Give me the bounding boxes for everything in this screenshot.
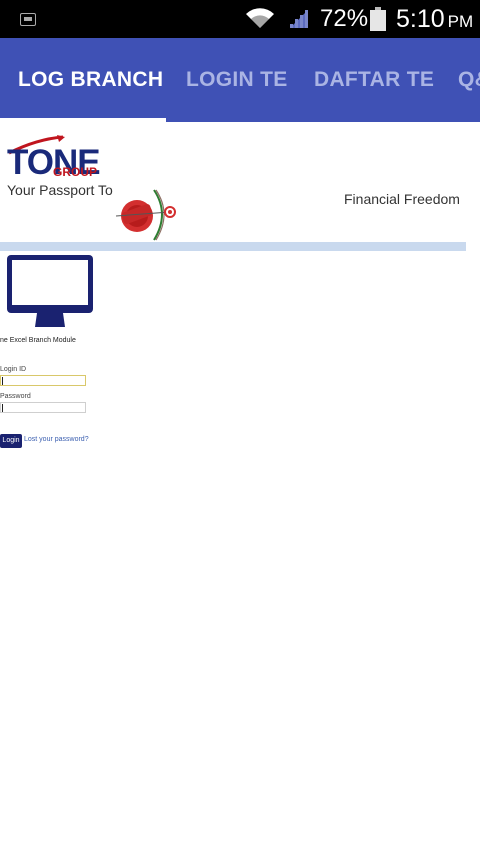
battery-icon xyxy=(370,7,386,31)
password-input[interactable] xyxy=(0,402,86,413)
wifi-icon xyxy=(246,8,274,28)
login-button[interactable]: Login xyxy=(0,434,22,448)
computer-monitor-icon xyxy=(7,255,93,327)
status-bar: 72% 5:10 PM xyxy=(0,0,480,38)
tab-login-te[interactable]: LOGIN TE xyxy=(186,38,288,122)
tagline-right: Financial Freedom xyxy=(344,191,460,207)
header-divider xyxy=(0,242,466,251)
tagline-left: Your Passport To xyxy=(7,182,113,198)
battery-percent: 72% xyxy=(320,5,369,32)
clock-ampm: PM xyxy=(447,12,474,31)
login-id-input[interactable] xyxy=(0,375,86,386)
tab-qa[interactable]: Q& xyxy=(458,38,480,122)
tone-group-logo: TONE GROUP xyxy=(7,135,103,182)
logo-subtext: GROUP xyxy=(53,165,98,179)
password-label: Password xyxy=(0,393,31,400)
tab-indicator xyxy=(0,118,166,122)
tab-log-branch[interactable]: LOG BRANCH xyxy=(18,38,163,122)
tab-daftar-te[interactable]: DAFTAR TE xyxy=(314,38,434,122)
signal-icon xyxy=(290,10,308,28)
lost-password-link[interactable]: Lost your password? xyxy=(24,436,89,443)
clock: 5:10 PM xyxy=(396,5,473,34)
financial-freedom-emblem-icon xyxy=(115,189,176,241)
tab-bar: LOG BRANCH LOGIN TE DAFTAR TE Q& xyxy=(0,38,480,122)
notification-icon xyxy=(20,13,36,26)
login-id-label: Login ID xyxy=(0,366,27,373)
clock-time: 5:10 xyxy=(396,5,445,33)
module-title: ne Excel Branch Module xyxy=(0,337,76,344)
